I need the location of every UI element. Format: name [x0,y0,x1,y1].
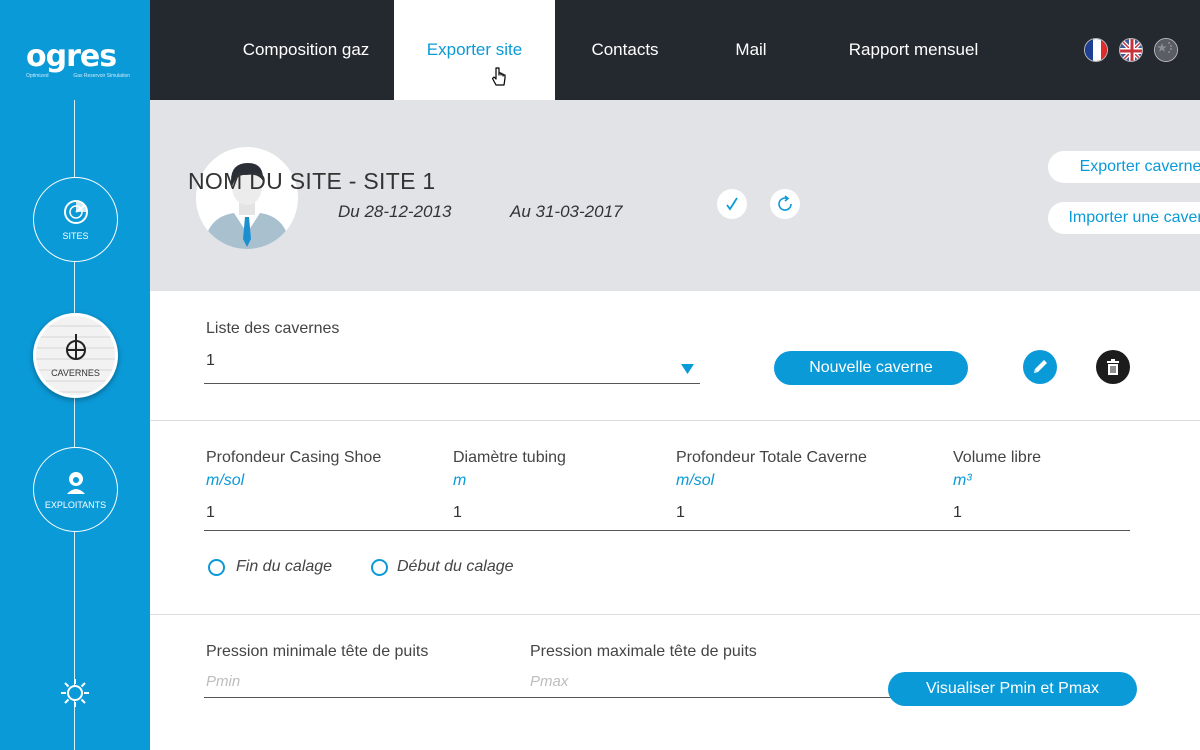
avatar [196,147,298,249]
site-header: Exporter cavernes Importer une caverne [150,100,1200,291]
pressure-min-input[interactable]: Pmin [206,673,240,690]
cavern-list-label: Liste des cavernes [206,320,340,337]
radio-debut-calage-label: Début du calage [397,558,514,575]
site-title: NOM DU SITE - SITE 1 [188,168,436,194]
fr-flag-icon[interactable] [1084,38,1108,62]
tubing-diameter-unit: m [453,472,467,489]
tab-mail[interactable]: Mail [695,0,807,100]
refresh-icon [778,195,792,211]
casing-shoe-unit: m/sol [206,472,245,489]
tubing-diameter-label: Diamètre tubing [453,449,566,466]
section-divider [150,420,1200,421]
pencil-icon [1034,360,1047,373]
cavern-select-value[interactable]: 1 [206,352,215,370]
uk-flag-icon[interactable] [1119,38,1143,62]
pressure-max-input[interactable]: Pmax [530,673,568,690]
validate-button[interactable] [717,189,747,219]
radio-fin-calage-label: Fin du calage [236,558,333,575]
section-divider [150,614,1200,615]
radio-fin-calage[interactable] [208,559,225,576]
pressure-min-label: Pression minimale tête de puits [206,643,429,660]
sidebar-item-label: SITES [62,230,89,241]
cavern-select-underline [204,383,700,384]
free-volume-unit: m³ [953,472,972,489]
top-navigation: Composition gaz Exporter site Contacts M… [150,0,1200,100]
logo: ogres Optimized Gas Reservoir Simulation [26,39,130,80]
tab-rapport-mensuel[interactable]: Rapport mensuel [807,0,1020,100]
sidebar-item-label: CAVERNES [51,367,100,378]
hand-cursor-icon [491,67,506,86]
pressure-max-label: Pression maximale tête de puits [530,643,757,660]
fields-underline [204,530,1130,531]
tab-contacts[interactable]: Contacts [555,0,695,100]
logo-tagline: Optimized Gas Reservoir Simulation [26,73,130,79]
sidebar-item-exploitants[interactable]: EXPLOITANTS [33,447,118,532]
tab-composition-gaz[interactable]: Composition gaz [200,0,412,100]
sidebar: ogres Optimized Gas Reservoir Simulation… [0,0,150,750]
user-icon [66,471,85,494]
casing-shoe-input[interactable]: 1 [206,504,215,522]
cavern-icon [65,333,86,360]
radio-debut-calage[interactable] [371,559,388,576]
date-to: Au 31-03-2017 [510,202,623,221]
visualize-pressure-button[interactable]: Visualiser Pmin et Pmax [888,672,1137,706]
sidebar-item-label: EXPLOITANTS [44,499,107,510]
sidebar-item-sites[interactable]: SITES [33,177,118,262]
export-caverns-button[interactable]: Exporter cavernes [1048,151,1200,183]
edit-button[interactable] [1023,350,1057,384]
new-cavern-button[interactable]: Nouvelle caverne [774,351,968,385]
chevron-down-icon[interactable] [681,364,694,374]
date-from: Du 28-12-2013 [338,202,452,221]
sun-settings-icon[interactable] [60,678,90,708]
check-icon [726,197,738,211]
import-cavern-button[interactable]: Importer une caverne [1048,202,1200,234]
free-volume-input[interactable]: 1 [953,504,962,522]
total-depth-input[interactable]: 1 [676,504,685,522]
pressure-underline [204,697,894,698]
logo-tagline-right: Gas Reservoir Simulation [73,73,130,79]
tubing-diameter-input[interactable]: 1 [453,504,462,522]
sidebar-item-cavernes[interactable]: CAVERNES [33,313,118,398]
trash-icon [1107,359,1119,375]
cn-flag-icon[interactable] [1154,38,1178,62]
total-depth-unit: m/sol [676,472,715,489]
logo-text: ogres [26,39,117,74]
logo-tagline-left: Optimized [26,73,49,79]
free-volume-label: Volume libre [953,449,1042,466]
tab-exporter-site[interactable]: Exporter site [394,0,555,100]
total-depth-label: Profondeur Totale Caverne [676,449,867,466]
refresh-button[interactable] [770,189,800,219]
language-selector [1084,38,1178,62]
radar-icon [63,199,88,224]
casing-shoe-label: Profondeur Casing Shoe [206,449,382,466]
delete-button[interactable] [1096,350,1130,384]
